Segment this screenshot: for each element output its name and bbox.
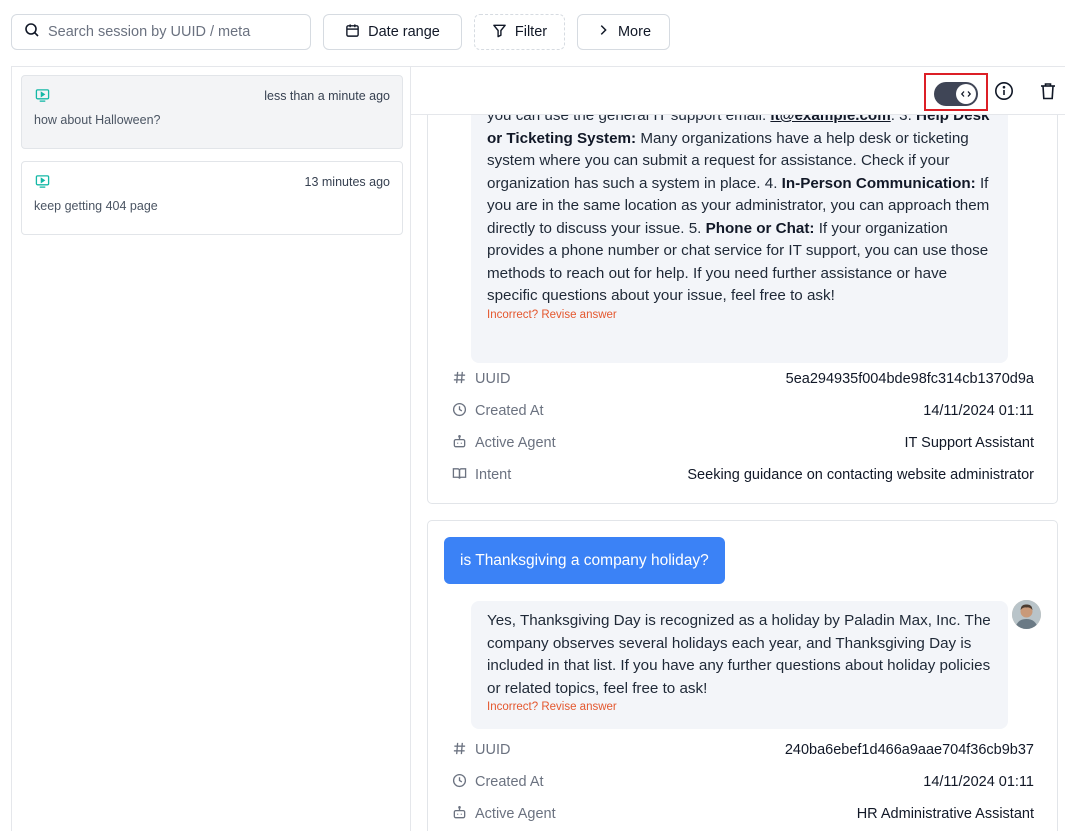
date-range-label: Date range <box>368 24 440 40</box>
meta-value: 240ba6ebef1d466a9aae704f36cb9b37 <box>784 742 1034 758</box>
meta-created: Created At 14/11/2024 01:11 <box>452 395 1034 427</box>
bot-icon <box>452 434 467 453</box>
book-icon <box>452 466 467 485</box>
code-view-toggle[interactable] <box>934 82 978 106</box>
meta-value: HR Administrative Assistant <box>856 806 1034 822</box>
session-time: 13 minutes ago <box>304 175 390 189</box>
session-preview: how about Halloween? <box>34 113 161 127</box>
date-range-button[interactable]: Date range <box>323 14 462 50</box>
clock-icon <box>452 402 467 421</box>
session-item[interactable]: less than a minute ago how about Hallowe… <box>21 75 403 149</box>
search-icon <box>24 22 40 43</box>
meta-value: Seeking guidance on contacting website a… <box>687 467 1034 483</box>
meta-label: UUID <box>475 371 511 387</box>
meta-value: 14/11/2024 01:11 <box>923 403 1034 419</box>
search-input[interactable] <box>48 24 298 40</box>
meta-agent: Active Agent HR Administrative Assistant <box>452 798 1034 830</box>
revise-answer-link[interactable]: Incorrect? Revise answer <box>487 701 992 713</box>
answer-bubble: Yes, Thanksgiving Day is recognized as a… <box>471 601 1008 729</box>
more-button[interactable]: More <box>577 14 670 50</box>
meta-agent: Active Agent IT Support Assistant <box>452 427 1034 459</box>
search-box[interactable] <box>11 14 311 50</box>
meta-label: Intent <box>475 467 512 483</box>
conversation-header <box>411 67 1065 115</box>
meta-created: Created At 14/11/2024 01:11 <box>452 766 1034 798</box>
hash-icon <box>452 370 467 389</box>
session-preview: keep getting 404 page <box>34 199 158 213</box>
bot-icon <box>452 805 467 824</box>
info-icon[interactable] <box>994 81 1014 106</box>
monitor-play-icon <box>35 88 50 108</box>
meta-label: Active Agent <box>475 806 556 822</box>
meta-value: 5ea294935f004bde98fc314cb1370d9a <box>785 371 1034 387</box>
highlight-box <box>924 73 988 111</box>
message-card: you can use the general IT support email… <box>427 92 1058 504</box>
meta-intent: Intent Seeking guidance on contacting we… <box>452 459 1034 491</box>
session-list: less than a minute ago how about Hallowe… <box>11 66 411 831</box>
monitor-play-icon <box>35 174 50 194</box>
conversation-pane: you can use the general IT support email… <box>411 66 1065 831</box>
answer-bubble: you can use the general IT support email… <box>471 92 1008 363</box>
meta-value: IT Support Assistant <box>904 435 1035 451</box>
chevron-right-icon <box>596 23 610 41</box>
calendar-icon <box>345 23 360 42</box>
meta-label: Created At <box>475 403 544 419</box>
meta-uuid: UUID 5ea294935f004bde98fc314cb1370d9a <box>452 363 1034 395</box>
message-card: is Thanksgiving a company holiday? Yes, … <box>427 520 1058 831</box>
clock-icon <box>452 773 467 792</box>
answer-text: you can use the general IT support email… <box>487 107 990 304</box>
revise-answer-link[interactable]: Incorrect? Revise answer <box>487 309 992 321</box>
answer-text: Yes, Thanksgiving Day is recognized as a… <box>487 612 991 697</box>
toolbar: Date range Filter More <box>0 0 1065 66</box>
meta-label: Created At <box>475 774 544 790</box>
hash-icon <box>452 741 467 760</box>
filter-button[interactable]: Filter <box>474 14 565 50</box>
meta-uuid: UUID 240ba6ebef1d466a9aae704f36cb9b37 <box>452 734 1034 766</box>
avatar <box>1012 600 1041 629</box>
session-item[interactable]: 13 minutes ago keep getting 404 page <box>21 161 403 235</box>
user-question-bubble: is Thanksgiving a company holiday? <box>444 537 725 584</box>
more-label: More <box>617 24 652 40</box>
code-toggle-icon <box>956 84 976 104</box>
filter-label: Filter <box>514 24 548 40</box>
trash-icon[interactable] <box>1038 81 1058 106</box>
session-time: less than a minute ago <box>264 89 390 103</box>
meta-value: 14/11/2024 01:11 <box>923 774 1034 790</box>
meta-label: UUID <box>475 742 511 758</box>
filter-icon <box>492 23 507 42</box>
meta-label: Active Agent <box>475 435 556 451</box>
